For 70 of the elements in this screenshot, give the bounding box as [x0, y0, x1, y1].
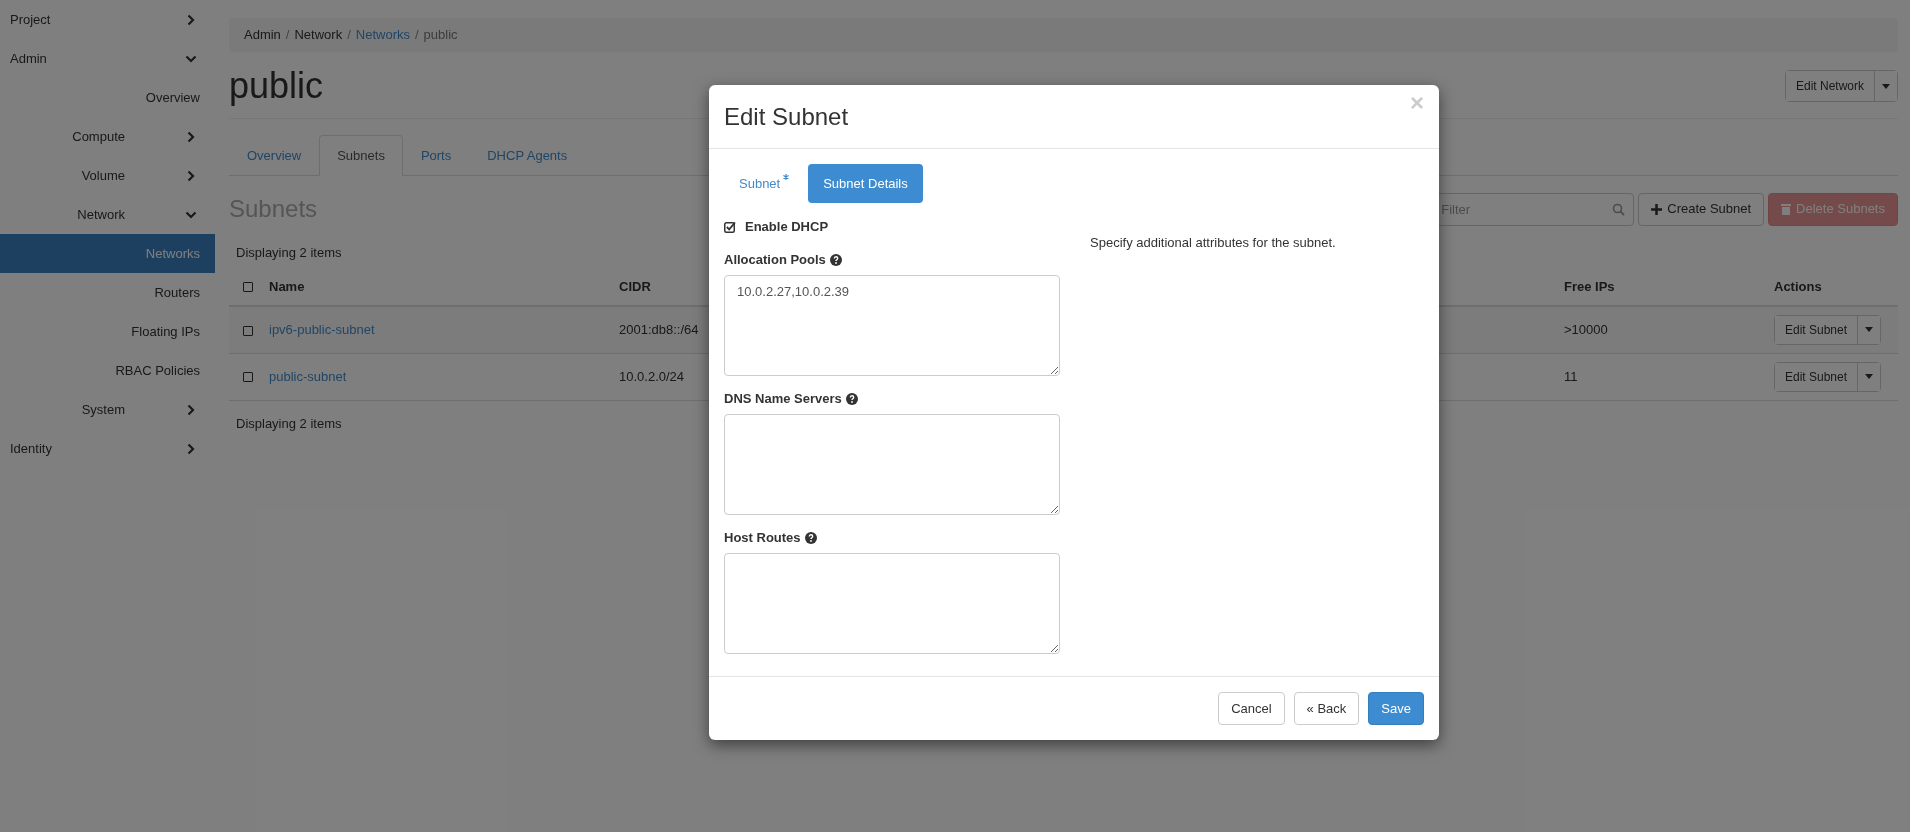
sidebar-group[interactable]: Network: [0, 195, 215, 234]
field-label: Allocation Pools: [724, 251, 826, 270]
field-label: DNS Name Servers: [724, 390, 842, 409]
tab[interactable]: Ports: [402, 135, 470, 176]
sidebar-item[interactable]: Overview: [0, 78, 215, 117]
tab[interactable]: DHCP Agents: [469, 135, 586, 176]
breadcrumb-separator: /: [347, 26, 351, 45]
table-cell: 2001:db8::/64: [619, 322, 699, 337]
text-area[interactable]: 10.0.2.27,10.0.2.39: [724, 275, 1060, 376]
subnet-name-link[interactable]: ipv6-public-subnet: [269, 322, 375, 337]
save-button[interactable]: Save: [1368, 692, 1424, 725]
tab[interactable]: Overview: [229, 135, 320, 176]
create-subnet-button[interactable]: Create Subnet: [1638, 192, 1765, 226]
checkbox[interactable]: [724, 221, 736, 233]
subnet-name-link[interactable]: public-subnet: [269, 368, 347, 384]
table-cell: 10.0.2.0/24: [619, 368, 685, 384]
sidebar-item[interactable]: Routers: [0, 273, 215, 312]
help-icon: [804, 532, 817, 544]
column-header: Free IPs: [1564, 278, 1615, 294]
sidebar-group[interactable]: System: [0, 390, 215, 429]
sidebar-group[interactable]: Volume: [0, 156, 215, 195]
modal-title: Edit Subnet: [724, 101, 849, 132]
wizard-step-tab[interactable]: Subnet: [724, 164, 805, 203]
caret-icon: [1865, 374, 1874, 379]
required-asterisk-icon: [783, 174, 790, 180]
help-text: Specify additional attributes for the subnet.: [1090, 234, 1336, 252]
table-cell: >10000: [1564, 322, 1608, 337]
field-label: Host Routes: [724, 529, 801, 548]
help-icon: [845, 393, 858, 405]
checkbox-label: Enable DHCP: [745, 218, 829, 237]
footer-button[interactable]: Cancel: [1218, 692, 1285, 725]
tab[interactable]: Subnets: [319, 135, 403, 176]
edit-subnet-button[interactable]: Edit Subnet: [1775, 362, 1859, 391]
caret-icon: [1882, 83, 1890, 89]
sidebar-group[interactable]: Project: [0, 0, 215, 39]
checkbox[interactable]: [243, 325, 253, 336]
plus-icon: [1651, 203, 1663, 215]
sidebar-group[interactable]: Identity: [0, 429, 215, 468]
edit-subnet-button[interactable]: Edit Subnet: [1775, 315, 1859, 344]
chevron-right-icon: [185, 13, 197, 26]
sidebar-group[interactable]: Admin: [0, 39, 215, 78]
checkbox[interactable]: [243, 282, 253, 293]
column-header: CIDR: [619, 278, 651, 294]
page-title: public: [229, 68, 324, 104]
caret-icon: [1865, 327, 1874, 333]
sidebar-item[interactable]: Floating IPs: [0, 312, 215, 351]
item-count: Displaying 2 items: [236, 245, 342, 260]
breadcrumb-separator: /: [285, 26, 290, 45]
breadcrumb-link[interactable]: Networks: [355, 25, 410, 45]
breadcrumb-separator: /: [415, 26, 419, 45]
edit-network-button[interactable]: Edit Network: [1785, 71, 1875, 101]
table-cell: 11: [1564, 368, 1578, 384]
column-header: Name: [269, 278, 305, 294]
column-header: Actions: [1774, 278, 1822, 294]
footer-button[interactable]: « Back: [1293, 692, 1360, 725]
wizard-step-tab[interactable]: Subnet Details: [808, 164, 923, 203]
checkbox[interactable]: [243, 372, 253, 383]
chevron-right-icon: [185, 130, 197, 143]
breadcrumb-item: Network: [294, 26, 343, 45]
sidebar-item[interactable]: RBAC Policies: [0, 351, 215, 390]
help-icon: [829, 254, 842, 266]
sidebar-group[interactable]: Compute: [0, 117, 215, 156]
chevron-right-icon: [185, 442, 197, 455]
chevron-right-icon: [185, 403, 197, 416]
search-icon: [1612, 202, 1626, 216]
breadcrumb-current: public: [423, 26, 458, 45]
chevron-right-icon: [185, 169, 197, 182]
sidebar-item[interactable]: Networks: [0, 234, 215, 273]
breadcrumb-item: Admin: [244, 26, 281, 45]
item-count: Displaying 2 items: [236, 415, 342, 431]
